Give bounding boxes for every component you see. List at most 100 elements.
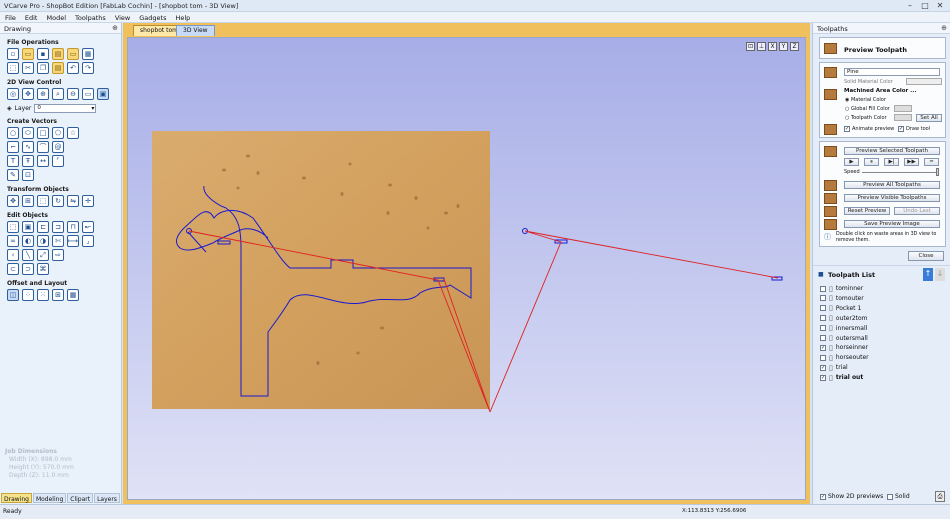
redo-icon[interactable]: ↷ [82, 62, 94, 74]
menu-view[interactable]: View [110, 12, 134, 22]
toolpath-color-picker[interactable] [894, 114, 912, 121]
step-icon[interactable]: ▶| [884, 158, 899, 166]
set-all-button[interactable]: Set All [916, 114, 942, 122]
dimension-icon[interactable]: ↔ [37, 155, 49, 167]
group-icon[interactable]: ⬚ [7, 221, 19, 233]
line-icon[interactable]: ╲ [22, 249, 34, 261]
undo-last-button[interactable]: Undo Last [894, 207, 940, 215]
extend-icon[interactable]: ⟼ [67, 235, 79, 247]
toolpath-visibility-checkbox[interactable] [820, 325, 826, 332]
tab-drawing[interactable]: Drawing [1, 493, 32, 503]
move-icon[interactable]: ✥ [7, 195, 19, 207]
rotate-icon[interactable]: ↻ [52, 195, 64, 207]
draw-tool-check[interactable]: ✓ [898, 126, 904, 132]
copy-icon[interactable]: ❐ [37, 62, 49, 74]
select-icon[interactable]: ⬚ [7, 62, 19, 74]
toolpath-item[interactable]: ▯ outersmall [820, 334, 868, 343]
toolpath-visibility-checkbox[interactable] [820, 285, 826, 292]
pin-icon-right[interactable]: ⊕ [941, 24, 947, 32]
toolpath-item[interactable]: ▯ tominner [820, 284, 863, 293]
nest-icon[interactable]: ⌘ [37, 263, 49, 275]
node-edit-icon[interactable]: ⊡ [22, 169, 34, 181]
paste-icon[interactable]: ▤ [52, 62, 64, 74]
toolpath-item[interactable]: ✓ ▯ horseinner [820, 343, 868, 352]
ellipse-icon[interactable]: ⬭ [22, 127, 34, 139]
fast-forward-icon[interactable]: ▶▶ [904, 158, 919, 166]
zoom-out-icon[interactable]: ⊖ [67, 88, 79, 100]
toolpath-item[interactable]: ▯ tomouter [820, 294, 864, 303]
print-icon[interactable]: ⎙ [935, 491, 945, 502]
show-2d-toggle[interactable]: ✓ Show 2D previews [820, 493, 883, 500]
tab-clipart[interactable]: Clipart [67, 493, 94, 503]
text-icon[interactable]: T [7, 155, 19, 167]
scale-icon[interactable]: ⬚ [37, 195, 49, 207]
center-icon[interactable]: ✛ [82, 195, 94, 207]
menu-edit[interactable]: Edit [20, 12, 42, 22]
global-color-picker[interactable] [894, 105, 912, 112]
pause-icon[interactable]: ⏸ [864, 158, 879, 166]
animate-check[interactable]: ✓ [844, 126, 850, 132]
close-preview-button[interactable]: Close [908, 251, 944, 261]
toolpath-item[interactable]: ▯ horseouter [820, 353, 869, 362]
view-3d-icon[interactable]: ▣ [97, 88, 109, 100]
join-icon[interactable]: ⊏ [37, 221, 49, 233]
radio-material[interactable]: ◉ Material Color [845, 97, 886, 103]
nesting-icon[interactable]: ▦ [67, 289, 79, 301]
save-preview-button[interactable]: Save Preview Image [844, 220, 940, 228]
solid-toggle[interactable]: Solid [887, 493, 910, 500]
solid-check[interactable] [887, 493, 893, 500]
zoom-extents-icon[interactable]: ◎ [7, 88, 19, 100]
job-setup-icon[interactable]: ▦ [82, 48, 94, 60]
maximize-button[interactable]: □ [920, 1, 930, 11]
open-file-icon[interactable]: ▭ [22, 48, 34, 60]
text-on-curve-icon[interactable]: Ŧ [22, 155, 34, 167]
preview-all-button[interactable]: Preview All Toolpaths [844, 181, 940, 189]
chevron-icon[interactable]: ‹ [7, 249, 19, 261]
subtract-icon[interactable]: ◐ [22, 235, 34, 247]
view-2d-icon[interactable]: ▭ [82, 88, 94, 100]
menu-toolpaths[interactable]: Toolpaths [70, 12, 110, 22]
speed-slider-handle[interactable] [936, 168, 939, 176]
preview-visible-button[interactable]: Preview Visible Toolpaths [844, 194, 940, 202]
toolpath-visibility-checkbox[interactable] [820, 315, 826, 322]
toolpath-item[interactable]: ▯ Pocket 1 [820, 304, 861, 313]
preview-selected-button[interactable]: Preview Selected Toolpath [844, 147, 940, 155]
smart-join-icon[interactable]: ⊓ [67, 221, 79, 233]
circular-array-icon[interactable]: ⁙ [37, 289, 49, 301]
offset-icon[interactable]: ◫ [7, 289, 19, 301]
align-icon[interactable]: ⊞ [22, 195, 34, 207]
animate-checkbox[interactable]: ✓ Animate preview [844, 126, 894, 132]
radio-global[interactable]: ○ Global Fill Color [845, 106, 890, 112]
material-dropdown[interactable]: Pine [844, 68, 940, 76]
array-copy-icon[interactable]: ⁘ [22, 289, 34, 301]
tab-modeling[interactable]: Modeling [32, 493, 67, 503]
menu-model[interactable]: Model [41, 12, 70, 22]
toolpath-visibility-checkbox[interactable] [820, 295, 826, 302]
new-file-icon[interactable]: ▫ [7, 48, 19, 60]
trim-icon[interactable]: ✄ [52, 235, 64, 247]
draw-tool-icon[interactable]: ✎ [7, 169, 19, 181]
draw-tool-checkbox[interactable]: ✓ Draw tool [898, 126, 930, 132]
toolpath-item[interactable]: ✓ ▯ trial [820, 363, 848, 372]
toolpath-visibility-checkbox[interactable]: ✓ [820, 364, 826, 371]
toolpath-item[interactable]: ▯ innersmall [820, 324, 867, 333]
toolpath-item[interactable]: ▯ outer2tom [820, 314, 868, 323]
zoom-box-icon[interactable]: ⌕ [52, 88, 64, 100]
circle-icon[interactable]: ○ [7, 127, 19, 139]
pin-icon[interactable]: ⊕ [112, 24, 118, 32]
tab-layers[interactable]: Layers [94, 493, 120, 503]
ungroup-icon[interactable]: ▣ [22, 221, 34, 233]
toolpath-visibility-checkbox[interactable]: ✓ [820, 344, 826, 351]
mirror-icon[interactable]: ⇋ [67, 195, 79, 207]
rectangle-icon[interactable]: □ [37, 127, 49, 139]
connect-icon[interactable]: ⤢ [37, 249, 49, 261]
close-vector-icon[interactable]: ⊐ [52, 221, 64, 233]
arc-icon[interactable]: ⌒ [37, 141, 49, 153]
tab-icon[interactable]: ⊃ [22, 263, 34, 275]
layer-dropdown[interactable]: 0 [34, 104, 97, 113]
toolpath-visibility-checkbox[interactable] [820, 305, 826, 312]
toolpath-visibility-checkbox[interactable]: ✓ [820, 374, 826, 381]
3d-viewport[interactable]: ⊡ ⊥ X Y Z [127, 37, 806, 500]
curve-fit-icon[interactable]: ↜ [82, 221, 94, 233]
play-icon[interactable]: ▶ [844, 158, 859, 166]
